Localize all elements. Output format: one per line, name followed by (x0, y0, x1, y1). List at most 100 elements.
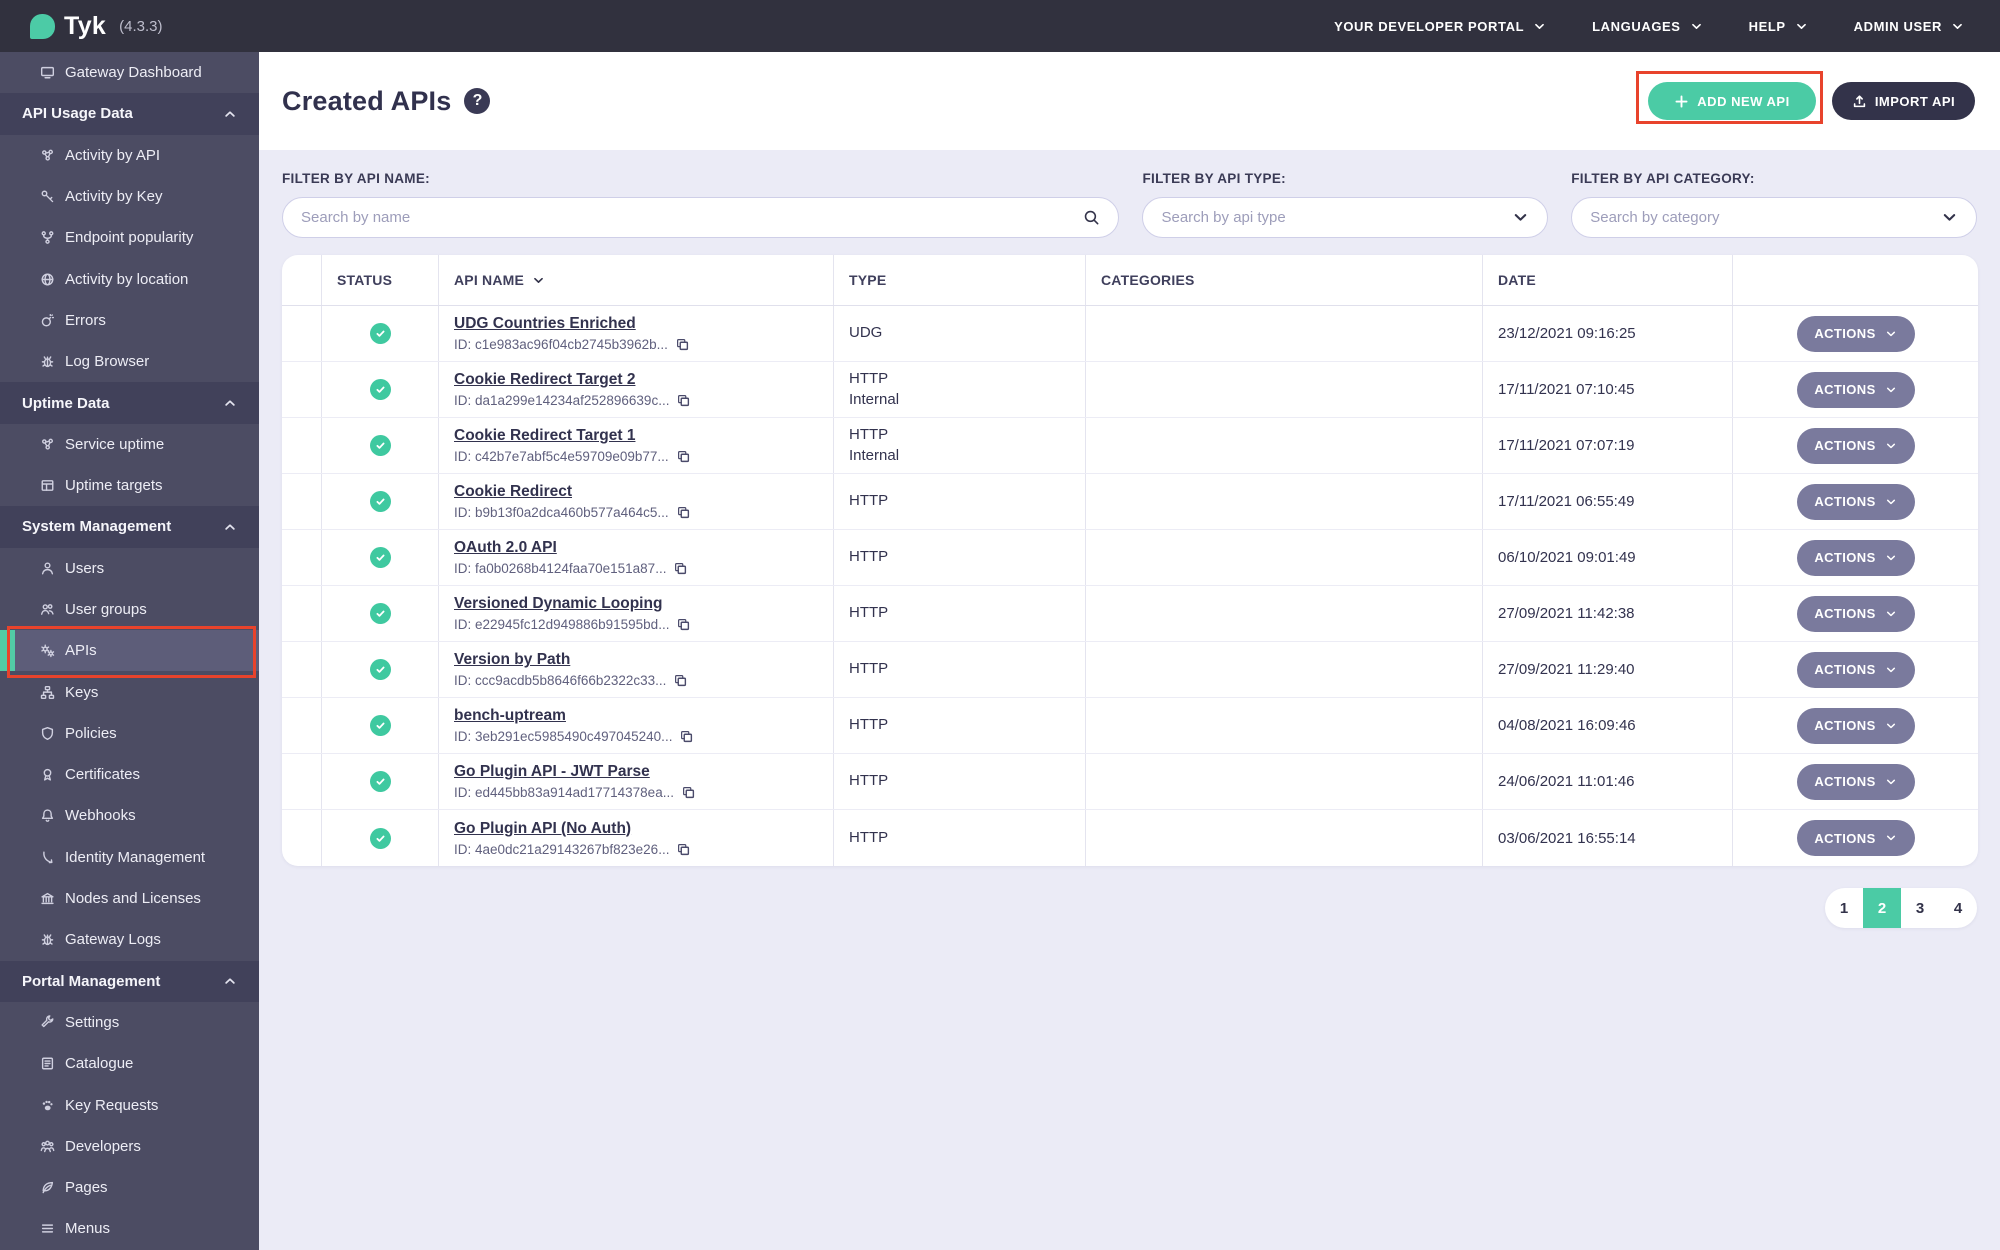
chevron-down-icon (1885, 832, 1897, 844)
api-id: ID: c1e983ac96f04cb2745b3962b... (454, 337, 833, 352)
page-title: Created APIs (282, 85, 452, 116)
actions-button[interactable]: ACTIONS (1796, 651, 1915, 688)
filter-select-category[interactable]: Search by category (1571, 197, 1977, 238)
column-header-label: CATEGORIES (1101, 272, 1195, 288)
filter-select-api-type[interactable]: Search by api type (1142, 197, 1549, 238)
copy-icon[interactable] (673, 673, 688, 688)
column-header-label: STATUS (337, 272, 393, 288)
sidebar-item-policies[interactable]: Policies (0, 713, 259, 754)
copy-icon[interactable] (676, 842, 691, 857)
copy-icon[interactable] (681, 785, 696, 800)
copy-icon[interactable] (673, 561, 688, 576)
column-header-label: API NAME (454, 272, 525, 288)
api-name-link[interactable]: Versioned Dynamic Looping (454, 595, 662, 613)
chevron-down-icon (1885, 496, 1897, 508)
sidebar-item-keys[interactable]: Keys (0, 671, 259, 712)
copy-icon[interactable] (679, 729, 694, 744)
sidebar-item-gateway-logs[interactable]: Gateway Logs (0, 919, 259, 960)
sidebar-item-webhooks[interactable]: Webhooks (0, 795, 259, 836)
actions-button[interactable]: ACTIONS (1796, 483, 1915, 520)
api-name-link[interactable]: bench-uptream (454, 707, 566, 725)
active-item-indicator (0, 630, 15, 672)
sidebar-item-activity-by-location[interactable]: Activity by location (0, 258, 259, 299)
sidebar-item-endpoint-popularity[interactable]: Endpoint popularity (0, 217, 259, 258)
sidebar-item-log-browser[interactable]: Log Browser (0, 341, 259, 382)
sidebar-item-service-uptime[interactable]: Service uptime (0, 424, 259, 465)
sidebar-section-uptime-data[interactable]: Uptime Data (0, 382, 259, 424)
column-header-api-name[interactable]: API NAME (439, 255, 834, 305)
sidebar-item-key-requests[interactable]: Key Requests (0, 1084, 259, 1125)
sidebar-item-activity-by-key[interactable]: Activity by Key (0, 176, 259, 217)
api-name-link[interactable]: UDG Countries Enriched (454, 315, 636, 333)
sidebar-item-errors[interactable]: Errors (0, 300, 259, 341)
add-new-api-button[interactable]: ADD NEW API (1648, 82, 1816, 120)
search-icon (1083, 209, 1100, 226)
api-name-link[interactable]: Go Plugin API - JWT Parse (454, 763, 650, 781)
topnav-item-help[interactable]: HELP (1749, 19, 1808, 34)
actions-button[interactable]: ACTIONS (1796, 707, 1915, 744)
actions-label: ACTIONS (1814, 606, 1876, 621)
sidebar-item-activity-by-api[interactable]: Activity by API (0, 135, 259, 176)
help-icon[interactable]: ? (464, 88, 491, 114)
page-button-3[interactable]: 3 (1901, 888, 1939, 928)
sidebar-item-uptime-targets[interactable]: Uptime targets (0, 465, 259, 506)
page-button-2[interactable]: 2 (1863, 888, 1901, 928)
api-id-text: ID: b9b13f0a2dca460b577a464c5... (454, 505, 669, 520)
api-name-link[interactable]: Cookie Redirect Target 2 (454, 371, 635, 389)
search-input[interactable] (282, 197, 1120, 238)
topnav-label-help: HELP (1748, 18, 1786, 34)
user-group-icon (40, 602, 55, 617)
sidebar-item-users[interactable]: Users (0, 548, 259, 589)
page-button-1[interactable]: 1 (1825, 888, 1863, 928)
sidebar-section-api-usage-data[interactable]: API Usage Data (0, 93, 259, 135)
actions-button[interactable]: ACTIONS (1796, 427, 1915, 464)
api-name-link[interactable]: Cookie Redirect (454, 483, 572, 501)
api-name-link[interactable]: Cookie Redirect Target 1 (454, 427, 635, 445)
actions-button[interactable]: ACTIONS (1796, 315, 1915, 352)
sidebar-item-certificates[interactable]: Certificates (0, 754, 259, 795)
page-button-4[interactable]: 4 (1939, 888, 1977, 928)
sidebar-item-settings[interactable]: Settings (0, 1002, 259, 1043)
import-api-button[interactable]: IMPORT API (1832, 82, 1975, 120)
sidebar-item-user-groups[interactable]: User groups (0, 589, 259, 630)
categories-cell (1086, 530, 1483, 585)
copy-icon[interactable] (675, 337, 690, 352)
topnav-item-admin-user[interactable]: ADMIN USER (1854, 19, 1964, 34)
actions-label: ACTIONS (1814, 662, 1876, 677)
chevron-up-icon (223, 974, 237, 988)
actions-button[interactable]: ACTIONS (1796, 820, 1915, 856)
actions-button[interactable]: ACTIONS (1796, 763, 1915, 800)
copy-icon[interactable] (676, 449, 691, 464)
sidebar-section-system-management[interactable]: System Management (0, 506, 259, 548)
sidebar-item-catalogue[interactable]: Catalogue (0, 1043, 259, 1084)
sidebar-item-menus[interactable]: Menus (0, 1208, 259, 1249)
sidebar-section-label: Uptime Data (22, 394, 110, 412)
sidebar-item-pages[interactable]: Pages (0, 1167, 259, 1208)
actions-button[interactable]: ACTIONS (1796, 371, 1915, 408)
sidebar-item-label: Webhooks (65, 807, 136, 825)
topnav-item-languages[interactable]: LANGUAGES (1592, 19, 1702, 34)
sidebar-item-developers[interactable]: Developers (0, 1126, 259, 1167)
search-input-field[interactable] (301, 209, 1084, 226)
sidebar-item-label: Gateway Dashboard (65, 64, 202, 82)
sidebar-item-identity-management[interactable]: Identity Management (0, 837, 259, 878)
copy-icon[interactable] (676, 393, 691, 408)
sidebar-item-label: Catalogue (65, 1055, 134, 1073)
actions-button[interactable]: ACTIONS (1796, 595, 1915, 632)
api-name-link[interactable]: Go Plugin API (No Auth) (454, 820, 631, 838)
sidebar-item-nodes-and-licenses[interactable]: Nodes and Licenses (0, 878, 259, 919)
date-value: 17/11/2021 07:07:19 (1498, 437, 1635, 454)
actions-button[interactable]: ACTIONS (1796, 539, 1915, 576)
type-value: Internal (849, 390, 900, 408)
date-cell: 27/09/2021 11:42:38 (1483, 586, 1733, 641)
api-name-link[interactable]: OAuth 2.0 API (454, 539, 557, 557)
api-name-link[interactable]: Version by Path (454, 651, 570, 669)
date-cell: 17/11/2021 07:10:45 (1483, 362, 1733, 417)
copy-icon[interactable] (676, 617, 691, 632)
bug-icon (40, 354, 55, 369)
sidebar-item-apis[interactable]: APIs (0, 630, 259, 672)
copy-icon[interactable] (676, 505, 691, 520)
sidebar-section-portal-management[interactable]: Portal Management (0, 960, 259, 1002)
sidebar-item-gateway-dashboard[interactable]: Gateway Dashboard (0, 52, 259, 93)
topnav-item-your-developer-portal[interactable]: YOUR DEVELOPER PORTAL (1334, 19, 1546, 34)
